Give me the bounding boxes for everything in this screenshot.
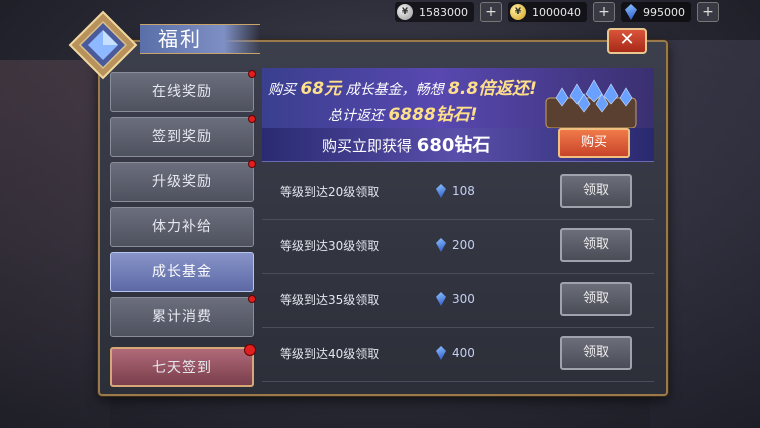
reward-row: 等级到达30级领取 200 领取 (262, 220, 654, 274)
reward-row: 等级到达40级领取 400 领取 (262, 328, 654, 382)
tab-growth-fund[interactable]: 成长基金 (110, 252, 254, 292)
notification-dot (248, 115, 256, 123)
silver-amount: 1583000 (419, 5, 468, 19)
growth-fund-panel: 购买 68元 成长基金，畅想 8.8倍返还! 总计返还 6888钻石! 购买立即… (262, 68, 654, 382)
reward-list: 等级到达20级领取 108 领取 等级到达30级领取 200 领取 等级到达35… (262, 166, 654, 382)
tab-label: 成长基金 (152, 264, 212, 280)
reward-condition: 等级到达20级领取 (280, 185, 380, 199)
tab-label: 在线奖励 (152, 84, 212, 100)
reward-amount: 300 (452, 292, 475, 306)
diamond-icon (436, 238, 446, 252)
fund-price: 68元 (300, 79, 342, 99)
reward-condition: 等级到达30级领取 (280, 239, 380, 253)
tab-cumulative-spend[interactable]: 累计消费 (110, 295, 256, 337)
tab-seven-day-signin[interactable]: 七天签到 (110, 344, 256, 387)
claim-button[interactable]: 领取 (560, 282, 632, 316)
gold-coin-icon: ¥ (510, 4, 526, 20)
currency-bar: ¥ 1583000 + ¥ 1000040 + 995000 + (395, 0, 760, 24)
diamond-icon (436, 292, 446, 306)
reward-amount: 400 (452, 346, 475, 360)
tab-label: 累计消费 (152, 309, 212, 325)
gold-currency: ¥ 1000040 (508, 2, 587, 22)
add-silver-button[interactable]: + (480, 2, 502, 22)
claim-button[interactable]: 领取 (560, 174, 632, 208)
buy-button[interactable]: 购买 (558, 128, 630, 158)
buy-offer-text: 购买立即获得 680钻石 (322, 131, 490, 157)
notification-dot (248, 70, 256, 78)
banner-subline: 总计返还 6888钻石! (328, 100, 478, 125)
tab-levelup-reward[interactable]: 升级奖励 (110, 160, 256, 202)
close-button[interactable]: ✕ (607, 28, 647, 54)
diamond-currency: 995000 (621, 2, 691, 22)
diamond-icon (436, 346, 446, 360)
tab-signin-reward[interactable]: 签到奖励 (110, 115, 256, 157)
diamond-icon (625, 4, 637, 20)
banner-text: 购买 (268, 82, 296, 98)
reward-row: 等级到达20级领取 108 领取 (262, 166, 654, 220)
return-rate: 8.8倍返还! (448, 79, 537, 99)
background-left (0, 60, 110, 428)
welfare-emblem-icon (68, 10, 138, 80)
add-gold-button[interactable]: + (593, 2, 615, 22)
notification-dot (244, 344, 256, 356)
window-title: 福利 (140, 24, 260, 54)
reward-condition: 等级到达40级领取 (280, 347, 380, 361)
tab-label: 七天签到 (152, 360, 212, 376)
tab-label: 签到奖励 (152, 129, 212, 145)
diamond-pile-icon (545, 79, 637, 129)
banner-headline: 购买 68元 成长基金，畅想 8.8倍返还! (268, 74, 537, 99)
tab-stamina-supply[interactable]: 体力补给 (110, 207, 254, 247)
notification-dot (248, 160, 256, 168)
tab-label: 升级奖励 (152, 174, 212, 190)
claim-button[interactable]: 领取 (560, 228, 632, 262)
reward-row: 等级到达35级领取 300 领取 (262, 274, 654, 328)
add-diamond-button[interactable]: + (697, 2, 719, 22)
reward-condition: 等级到达35级领取 (280, 293, 380, 307)
diamond-amount: 995000 (643, 5, 685, 19)
silver-currency: ¥ 1583000 (395, 2, 474, 22)
gold-amount: 1000040 (532, 5, 581, 19)
diamond-icon (436, 184, 446, 198)
reward-amount: 108 (452, 184, 475, 198)
growth-fund-banner: 购买 68元 成长基金，畅想 8.8倍返还! 总计返还 6888钻石! 购买立即… (262, 68, 654, 162)
silver-coin-icon: ¥ (397, 4, 413, 20)
instant-diamonds: 680钻石 (416, 135, 491, 156)
banner-text: 总计返还 (328, 108, 384, 124)
tab-online-reward[interactable]: 在线奖励 (110, 70, 256, 112)
welfare-sidebar: 在线奖励 签到奖励 升级奖励 体力补给 成长基金 累计消费 七天签到 (110, 70, 256, 392)
buy-text: 购买立即获得 (322, 137, 413, 155)
claim-button[interactable]: 领取 (560, 336, 632, 370)
banner-text: 成长基金，畅想 (345, 82, 444, 98)
total-return: 6888钻石! (388, 105, 478, 125)
notification-dot (248, 295, 256, 303)
tab-label: 体力补给 (152, 219, 212, 235)
reward-amount: 200 (452, 238, 475, 252)
